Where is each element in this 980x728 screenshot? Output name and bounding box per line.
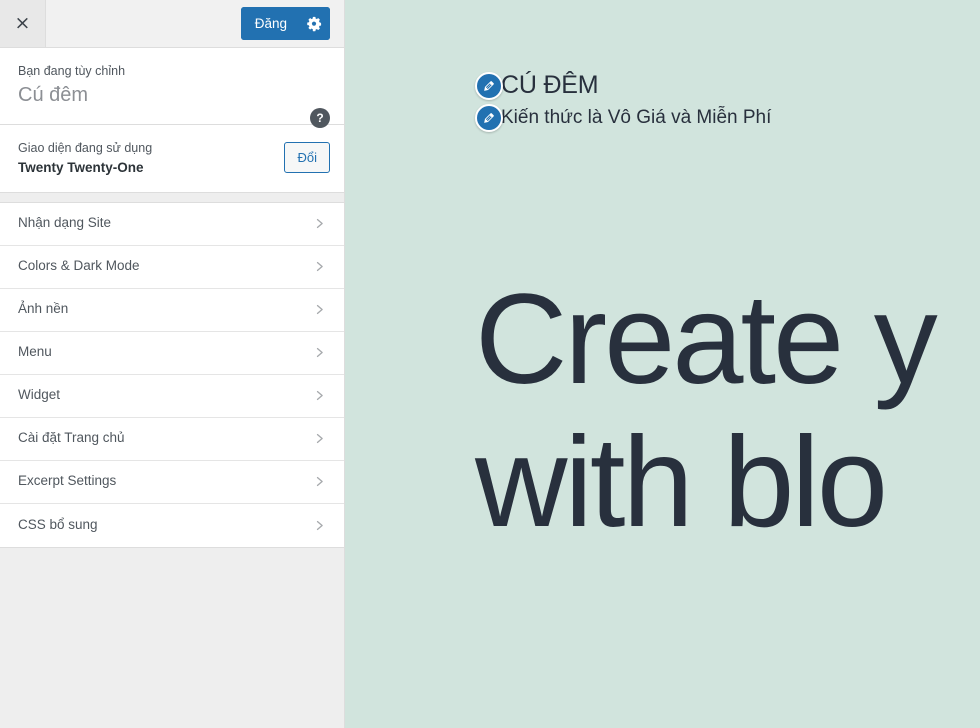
active-theme-row: Giao diện đang sử dụng Twenty Twenty-One…: [0, 124, 344, 193]
chevron-right-icon: [316, 262, 323, 272]
sidebar-item-widget[interactable]: Widget: [0, 374, 344, 418]
preview-hero-heading: Create y with blo: [475, 268, 980, 555]
preview-site-branding: CÚ ĐÊM Kiến thức là Vô Giá và Miễn Phí: [475, 72, 980, 132]
help-button[interactable]: ?: [310, 108, 330, 128]
preview-site-tagline: Kiến thức là Vô Giá và Miễn Phí: [501, 106, 772, 128]
customizer-topbar: × Đăng: [0, 0, 344, 48]
sidebar-item-additional-css[interactable]: CSS bổ sung: [0, 503, 344, 547]
active-theme-meta: Giao diện đang sử dụng Twenty Twenty-One: [18, 139, 152, 177]
active-theme-name: Twenty Twenty-One: [18, 159, 144, 175]
pencil-icon: [484, 113, 494, 123]
section-label: Colors & Dark Mode: [18, 258, 140, 274]
topbar-spacer: [46, 0, 241, 47]
section-label: Nhận dạng Site: [18, 215, 112, 231]
customizing-kicker: Bạn đang tùy chỉnh: [18, 64, 126, 78]
sidebar-empty-area: [0, 547, 344, 728]
section-label: Ảnh nền: [18, 301, 69, 317]
section-label: Menu: [18, 344, 52, 360]
customizer-app: × Đăng Bạn đang tùy chỉnh Cú đêm ? Giao …: [0, 0, 980, 728]
section-label: Excerpt Settings: [18, 473, 117, 489]
sidebar-item-homepage-settings[interactable]: Cài đặt Trang chủ: [0, 417, 344, 461]
publish-button-group: Đăng: [240, 7, 330, 40]
publish-button[interactable]: Đăng: [240, 7, 298, 40]
sidebar-item-site-identity[interactable]: Nhận dạng Site: [0, 202, 344, 246]
chevron-right-icon: [316, 434, 323, 444]
chevron-right-icon: [316, 348, 323, 358]
close-customizer-button[interactable]: ×: [0, 0, 46, 47]
section-list-gap: [0, 192, 344, 203]
chevron-right-icon: [316, 391, 323, 401]
section-label: Cài đặt Trang chủ: [18, 430, 125, 446]
chevron-right-icon: [316, 477, 323, 487]
sidebar-item-menu[interactable]: Menu: [0, 331, 344, 375]
edit-site-title-shortcut[interactable]: [475, 72, 503, 100]
site-preview-frame[interactable]: CÚ ĐÊM Kiến thức là Vô Giá và Miễn Phí C…: [345, 0, 980, 728]
chevron-right-icon: [316, 305, 323, 315]
sidebar-item-background-image[interactable]: Ảnh nền: [0, 288, 344, 332]
chevron-right-icon: [316, 520, 323, 530]
pencil-icon: [484, 81, 494, 91]
sidebar-item-colors-dark-mode[interactable]: Colors & Dark Mode: [0, 245, 344, 289]
sidebar-item-excerpt-settings[interactable]: Excerpt Settings: [0, 460, 344, 504]
chevron-right-icon: [316, 219, 323, 229]
change-theme-button[interactable]: Đổi: [284, 141, 330, 174]
publish-settings-button[interactable]: [298, 7, 330, 40]
customizer-sidebar: × Đăng Bạn đang tùy chỉnh Cú đêm ? Giao …: [0, 0, 345, 728]
customizer-panel-header: Bạn đang tùy chỉnh Cú đêm ?: [0, 48, 344, 128]
preview-site-title: CÚ ĐÊM: [501, 71, 599, 100]
close-icon: ×: [14, 12, 31, 34]
section-label: CSS bổ sung: [18, 516, 98, 532]
help-circle-icon: ?: [316, 111, 324, 125]
hero-heading-line-1: Create y: [475, 268, 938, 411]
gear-icon: [307, 16, 322, 31]
hero-heading-line-2: with blo: [475, 411, 888, 555]
preview-title-row: CÚ ĐÊM: [475, 72, 980, 100]
customizer-section-list: Nhận dạng Site Colors & Dark Mode Ảnh nề…: [0, 202, 344, 548]
edit-tagline-shortcut[interactable]: [475, 104, 503, 132]
customizing-site-name: Cú đêm: [18, 83, 89, 106]
active-theme-label: Giao diện đang sử dụng: [18, 140, 153, 155]
section-label: Widget: [18, 387, 61, 403]
preview-tagline-row: Kiến thức là Vô Giá và Miễn Phí: [475, 104, 980, 132]
